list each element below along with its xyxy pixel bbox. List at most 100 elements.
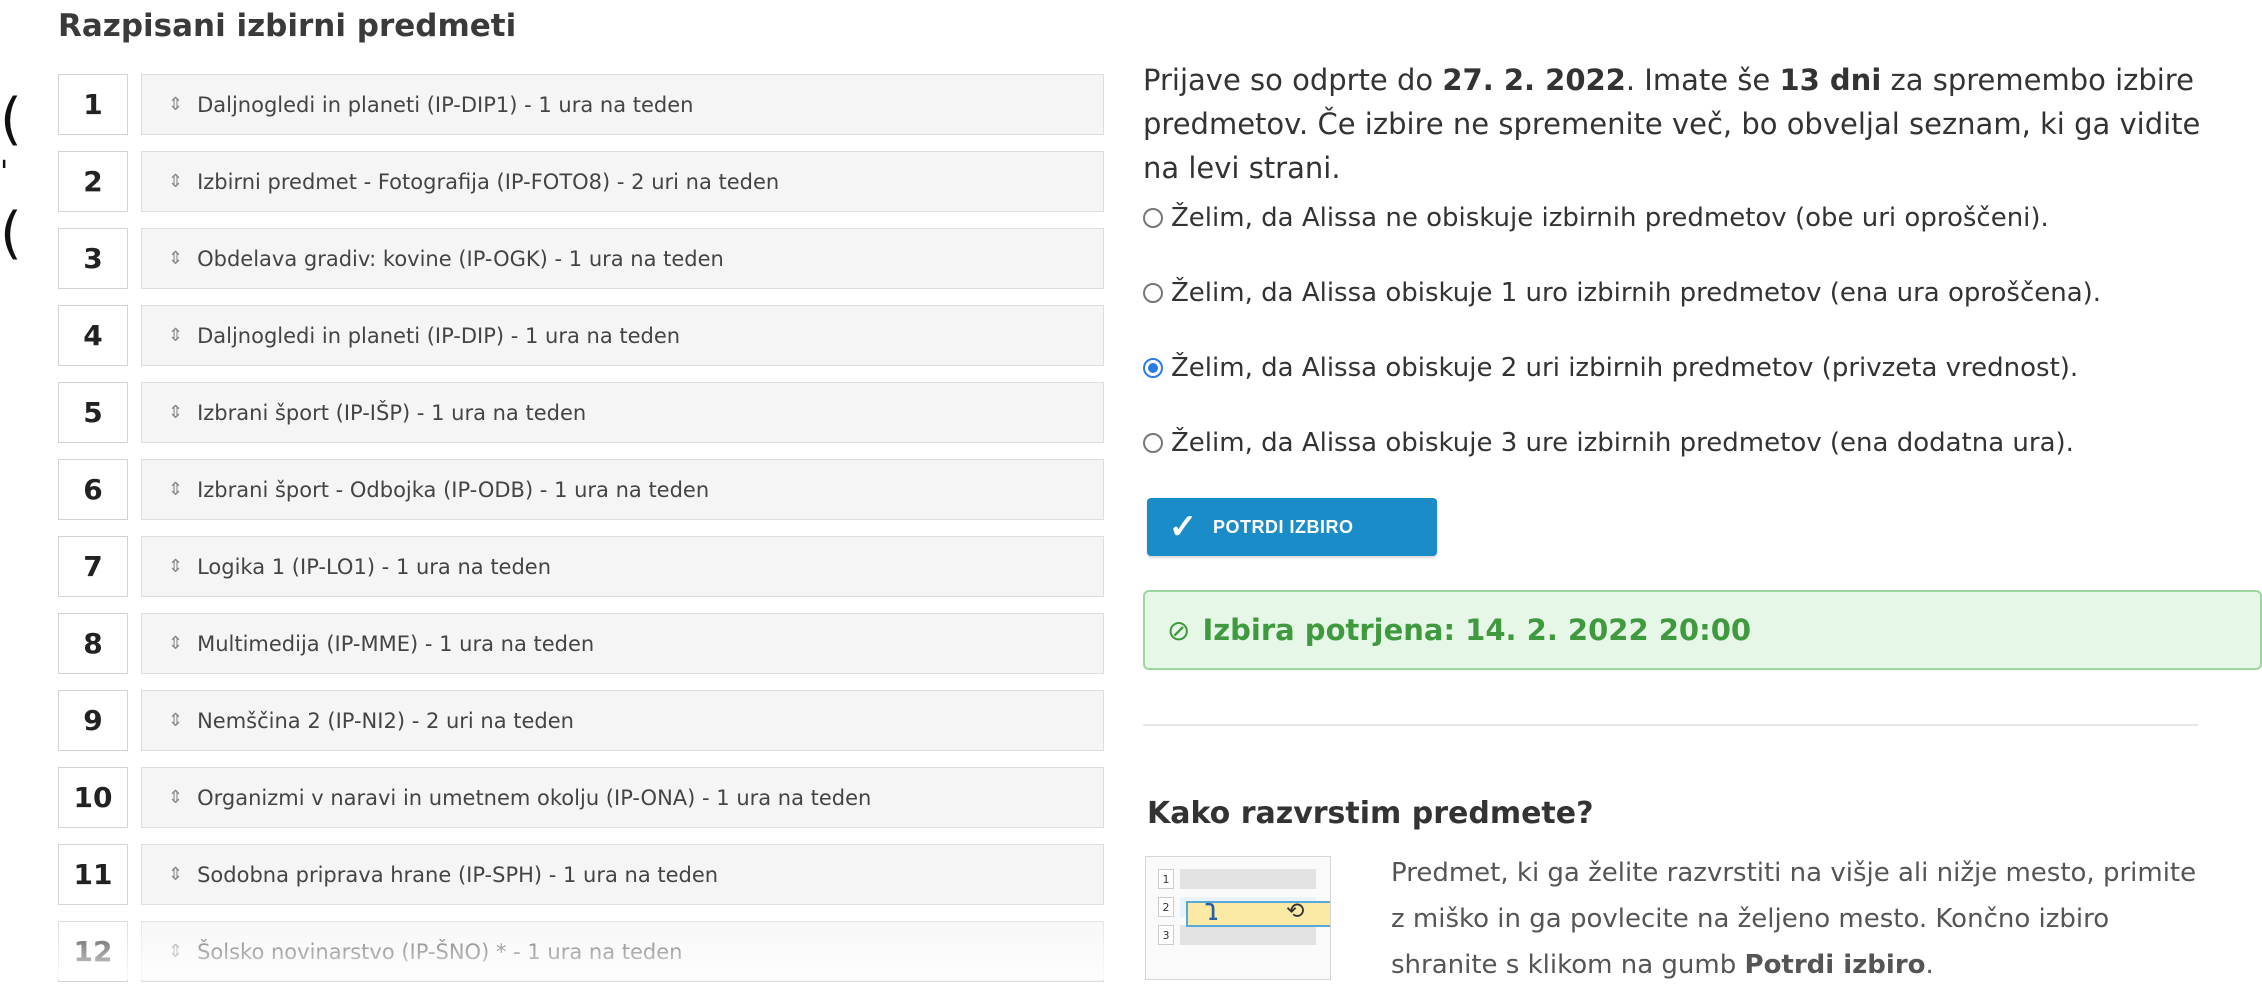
subject-item[interactable]: ⇕ Nemščina 2 (IP-NI2) - 2 uri na teden <box>141 690 1104 751</box>
subject-row[interactable]: 3 ⇕ Obdelava gradiv: kovine (IP-OGK) - 1 … <box>58 228 1104 289</box>
subject-item[interactable]: ⇕ Obdelava gradiv: kovine (IP-OGK) - 1 ur… <box>141 228 1104 289</box>
subject-item[interactable]: ⇕ Multimedija (IP-MME) - 1 ura na teden <box>141 613 1104 674</box>
section-title: Razpisani izbirni predmeti <box>58 8 517 44</box>
subject-label: Logika 1 (IP-LO1) - 1 ura na teden <box>197 554 552 579</box>
checkmark-icon: ✓ <box>1168 508 1198 546</box>
option-two-hours[interactable]: Želim, da Alissa obiskuje 2 uri izbirnih… <box>1143 353 2078 383</box>
illustration-number: 1 <box>1158 869 1174 889</box>
cropped-glyph: ( <box>0 201 22 266</box>
subject-label: Nemščina 2 (IP-NI2) - 2 uri na teden <box>197 708 574 733</box>
divider <box>1143 724 2198 726</box>
radio-button-selected[interactable] <box>1143 358 1163 378</box>
button-label: POTRDI IZBIRO <box>1213 516 1354 537</box>
subject-row[interactable]: 9 ⇕ Nemščina 2 (IP-NI2) - 2 uri na teden <box>58 690 1104 751</box>
rank-number: 3 <box>58 228 128 289</box>
subjects-panel: Razpisani izbirni predmeti ( ' ( 1 ⇕ Dalj… <box>0 0 1120 982</box>
drag-handle-icon[interactable]: ⇕ <box>168 402 183 423</box>
subject-row[interactable]: 6 ⇕ Izbrani šport - Odbojka (IP-ODB) - 1 … <box>58 459 1104 520</box>
option-three-hours[interactable]: Želim, da Alissa obiskuje 3 ure izbirnih… <box>1143 428 2074 458</box>
radio-button[interactable] <box>1143 208 1163 228</box>
rank-number: 6 <box>58 459 128 520</box>
rank-number: 12 <box>58 921 128 982</box>
rank-number: 5 <box>58 382 128 443</box>
move-arrow-icon: ⟲ <box>1286 899 1305 924</box>
illustration-row: 1 <box>1158 869 1316 889</box>
drag-handle-icon[interactable]: ⇕ <box>168 710 183 731</box>
help-text: Predmet, ki ga želite razvrstiti na višj… <box>1391 850 2211 988</box>
drag-handle-icon[interactable]: ⇕ <box>168 325 183 346</box>
subject-label: Izbrani šport (IP-IŠP) - 1 ura na teden <box>197 400 587 425</box>
option-one-hour[interactable]: Želim, da Alissa obiskuje 1 uro izbirnih… <box>1143 278 2101 308</box>
illustration-number: 3 <box>1158 925 1174 945</box>
alert-text: Izbira potrjena: 14. 2. 2022 20:00 <box>1202 613 1752 647</box>
subject-row[interactable]: 4 ⇕ Daljnogledi in planeti (IP-DIP) - 1 u… <box>58 305 1104 366</box>
days-remaining: 13 dni <box>1779 63 1882 97</box>
subject-row[interactable]: 12 ⇕ Šolsko novinarstvo (IP-ŠNO) * - 1 ur… <box>58 921 1104 982</box>
radio-button[interactable] <box>1143 433 1163 453</box>
option-label: Želim, da Alissa ne obiskuje izbirnih pr… <box>1171 203 2049 233</box>
subject-label: Izbirni predmet - Fotografija (IP-FOTO8)… <box>197 169 780 194</box>
drag-handle-icon[interactable]: ⇕ <box>168 633 183 654</box>
subject-row[interactable]: 7 ⇕ Logika 1 (IP-LO1) - 1 ura na teden <box>58 536 1104 597</box>
help-text-part: . <box>1925 950 1934 980</box>
subject-row[interactable]: 10 ⇕ Organizmi v naravi in umetnem okolju… <box>58 767 1104 828</box>
drag-handle-icon[interactable]: ⇕ <box>168 171 183 192</box>
illustration-bar <box>1180 925 1316 945</box>
subject-row[interactable]: 5 ⇕ Izbrani šport (IP-IŠP) - 1 ura na ted… <box>58 382 1104 443</box>
info-text: . Imate še <box>1625 63 1780 97</box>
subject-label: Daljnogledi in planeti (IP-DIP) - 1 ura … <box>197 323 681 348</box>
rank-number: 9 <box>58 690 128 751</box>
subject-item[interactable]: ⇕ Izbirni predmet - Fotografija (IP-FOTO8… <box>141 151 1104 212</box>
deadline-date: 27. 2. 2022 <box>1442 63 1626 97</box>
option-none[interactable]: Želim, da Alissa ne obiskuje izbirnih pr… <box>1143 203 2049 233</box>
subject-label: Daljnogledi in planeti (IP-DIP1) - 1 ura… <box>197 92 694 117</box>
hand-cursor-icon: ɿ <box>1204 893 1220 928</box>
confirmation-alert: ⊘ Izbira potrjena: 14. 2. 2022 20:00 <box>1143 590 2262 670</box>
subject-row[interactable]: 8 ⇕ Multimedija (IP-MME) - 1 ura na teden <box>58 613 1104 674</box>
subject-item[interactable]: ⇕ Šolsko novinarstvo (IP-ŠNO) * - 1 ura n… <box>141 921 1104 982</box>
rank-number: 2 <box>58 151 128 212</box>
subject-item[interactable]: ⇕ Organizmi v naravi in umetnem okolju (I… <box>141 767 1104 828</box>
illustration-bar <box>1180 869 1316 889</box>
rank-number: 7 <box>58 536 128 597</box>
option-label: Želim, da Alissa obiskuje 3 ure izbirnih… <box>1171 428 2074 458</box>
option-label: Želim, da Alissa obiskuje 1 uro izbirnih… <box>1171 278 2102 308</box>
drag-handle-icon[interactable]: ⇕ <box>168 941 183 962</box>
confirm-selection-button[interactable]: ✓ POTRDI IZBIRO <box>1147 498 1437 556</box>
drag-handle-icon[interactable]: ⇕ <box>168 556 183 577</box>
subject-label: Šolsko novinarstvo (IP-ŠNO) * - 1 ura na… <box>197 939 683 964</box>
drag-handle-icon[interactable]: ⇕ <box>168 864 183 885</box>
drag-handle-icon[interactable]: ⇕ <box>168 94 183 115</box>
illustration-row: 3 <box>1158 925 1316 945</box>
subject-label: Izbrani šport - Odbojka (IP-ODB) - 1 ura… <box>197 477 710 502</box>
drag-handle-icon[interactable]: ⇕ <box>168 479 183 500</box>
check-circle-icon: ⊘ <box>1167 613 1191 647</box>
help-title: Kako razvrstim predmete? <box>1147 796 1594 831</box>
subject-item[interactable]: ⇕ Sodobna priprava hrane (IP-SPH) - 1 ura… <box>141 844 1104 905</box>
rank-number: 1 <box>58 74 128 135</box>
subject-item[interactable]: ⇕ Izbrani šport - Odbojka (IP-ODB) - 1 ur… <box>141 459 1104 520</box>
subject-item[interactable]: ⇕ Daljnogledi in planeti (IP-DIP) - 1 ura… <box>141 305 1104 366</box>
help-button-name: Potrdi izbiro <box>1744 950 1926 980</box>
rank-number: 4 <box>58 305 128 366</box>
subject-row[interactable]: 11 ⇕ Sodobna priprava hrane (IP-SPH) - 1 … <box>58 844 1104 905</box>
drag-handle-icon[interactable]: ⇕ <box>168 787 183 808</box>
info-text: Prijave so odprte do <box>1143 63 1443 97</box>
rank-number: 11 <box>58 844 128 905</box>
radio-button[interactable] <box>1143 283 1163 303</box>
subject-item[interactable]: ⇕ Daljnogledi in planeti (IP-DIP1) - 1 ur… <box>141 74 1104 135</box>
subject-label: Obdelava gradiv: kovine (IP-OGK) - 1 ura… <box>197 246 724 271</box>
subject-item[interactable]: ⇕ Logika 1 (IP-LO1) - 1 ura na teden <box>141 536 1104 597</box>
illustration-number: 2 <box>1158 897 1174 917</box>
rank-number: 10 <box>58 767 128 828</box>
subject-item[interactable]: ⇕ Izbrani šport (IP-IŠP) - 1 ura na teden <box>141 382 1104 443</box>
cropped-glyph: ( <box>0 87 22 152</box>
selection-panel: Prijave so odprte do 27. 2. 2022. Imate … <box>1143 0 2262 980</box>
subject-label: Multimedija (IP-MME) - 1 ura na teden <box>197 631 595 656</box>
subject-row[interactable]: 1 ⇕ Daljnogledi in planeti (IP-DIP1) - 1 … <box>58 74 1104 135</box>
subject-row[interactable]: 2 ⇕ Izbirni predmet - Fotografija (IP-FOT… <box>58 151 1104 212</box>
subject-label: Organizmi v naravi in umetnem okolju (IP… <box>197 785 872 810</box>
rank-number: 8 <box>58 613 128 674</box>
option-label: Želim, da Alissa obiskuje 2 uri izbirnih… <box>1171 353 2079 383</box>
drag-handle-icon[interactable]: ⇕ <box>168 248 183 269</box>
